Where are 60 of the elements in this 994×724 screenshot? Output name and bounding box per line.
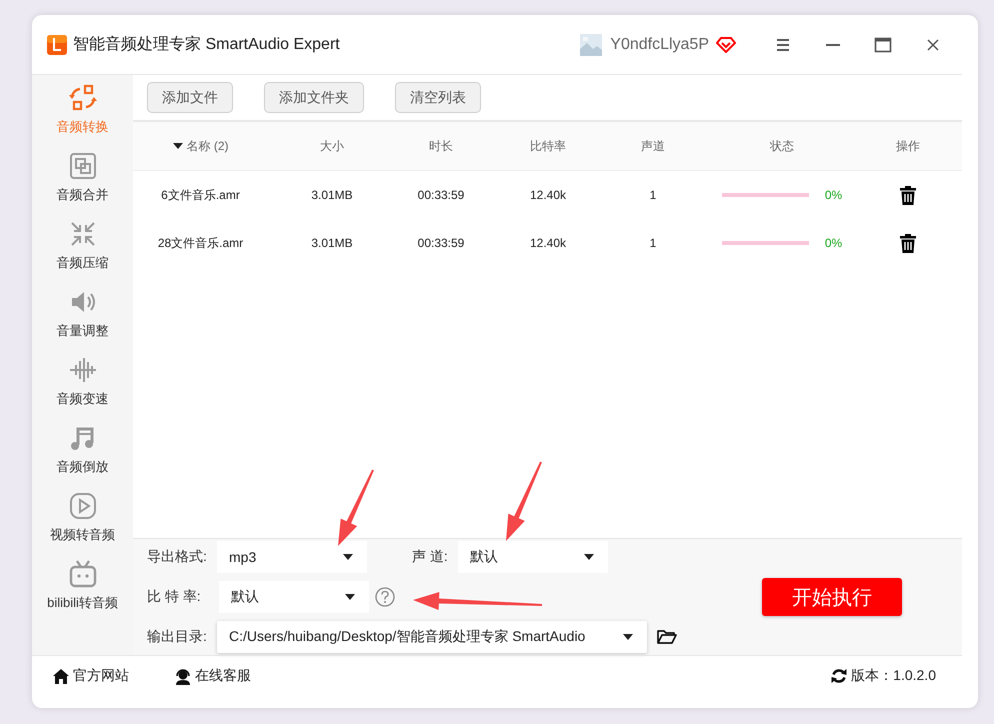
folder-icon[interactable]: [657, 629, 677, 645]
table-cell: 1: [650, 188, 656, 202]
progress-percent: 0%: [824, 236, 842, 250]
footer-link[interactable]: 在线客服: [174, 667, 251, 685]
username: Y0ndfcLlya5P: [610, 36, 709, 54]
merge-icon: [68, 150, 98, 180]
headset-icon: [174, 668, 192, 684]
table-cell: 12.40k: [530, 236, 566, 250]
column-header[interactable]: 时长: [429, 138, 453, 154]
refresh-icon[interactable]: [831, 668, 848, 684]
column-header[interactable]: 状态: [770, 138, 794, 154]
table-cell: 12.40k: [530, 188, 566, 202]
menu-icon[interactable]: [774, 36, 792, 52]
table-cell: 00:33:59: [418, 188, 464, 202]
table-cell: 1: [650, 236, 656, 250]
tv-icon: [68, 558, 98, 588]
table-cell: 00:33:59: [418, 236, 464, 250]
help-icon[interactable]: [375, 587, 395, 607]
toolbar-button[interactable]: 添加文件夹: [264, 82, 364, 113]
sort-icon[interactable]: [172, 143, 182, 149]
dropdown[interactable]: C:/Users/huibang/Desktop/智能音频处理专家 SmartAudio: [217, 621, 647, 653]
version-label: 版本：1.0.2.0: [851, 667, 936, 685]
sidebar-item[interactable]: bilibili转音频: [32, 551, 133, 619]
arrows-icon: [68, 82, 98, 112]
field-label: 比 特 率:: [147, 588, 202, 606]
toolbar-button[interactable]: 清空列表: [395, 82, 481, 113]
progress-percent: 0%: [824, 188, 842, 202]
footer-link[interactable]: 官方网站: [52, 667, 129, 685]
table-cell: 3.01MB: [311, 236, 353, 250]
play-icon: [68, 490, 98, 520]
column-header[interactable]: 大小: [320, 138, 344, 154]
app-logo: [47, 34, 67, 54]
toolbar-button[interactable]: 添加文件: [147, 82, 233, 113]
table-cell: 28文件音乐.amr: [158, 234, 244, 252]
trash-icon[interactable]: [900, 186, 916, 204]
sidebar-item[interactable]: 音量调整: [32, 279, 133, 347]
field-label: 导出格式:: [147, 548, 208, 566]
sidebar-item[interactable]: 音频变速: [32, 347, 133, 415]
column-header[interactable]: 名称 (2): [186, 138, 228, 154]
start-button[interactable]: 开始执行: [762, 578, 902, 616]
column-header[interactable]: 比特率: [530, 138, 566, 154]
diamond-heart-icon[interactable]: [716, 36, 736, 52]
table-cell: 3.01MB: [311, 188, 353, 202]
column-header[interactable]: 操作: [896, 138, 920, 154]
column-header[interactable]: 声道: [641, 138, 665, 154]
dropdown[interactable]: 默认: [219, 581, 369, 613]
dropdown[interactable]: mp3: [217, 541, 367, 573]
sidebar-item[interactable]: 音频压缩: [32, 211, 133, 279]
maximize-icon[interactable]: [874, 36, 892, 52]
sidebar-item[interactable]: 音频倒放: [32, 415, 133, 483]
sidebar-item[interactable]: 视频转音频: [32, 483, 133, 551]
dropdown[interactable]: 默认: [458, 541, 608, 573]
trash-icon[interactable]: [900, 234, 916, 252]
table-cell: 6文件音乐.amr: [161, 186, 240, 204]
field-label: 输出目录:: [147, 628, 208, 646]
sidebar-item[interactable]: 音频合并: [32, 143, 133, 211]
window-title: 智能音频处理专家 SmartAudio Expert: [73, 34, 340, 55]
field-label: 声 道:: [412, 548, 449, 566]
home-icon: [52, 668, 70, 684]
image-icon: [580, 34, 602, 56]
